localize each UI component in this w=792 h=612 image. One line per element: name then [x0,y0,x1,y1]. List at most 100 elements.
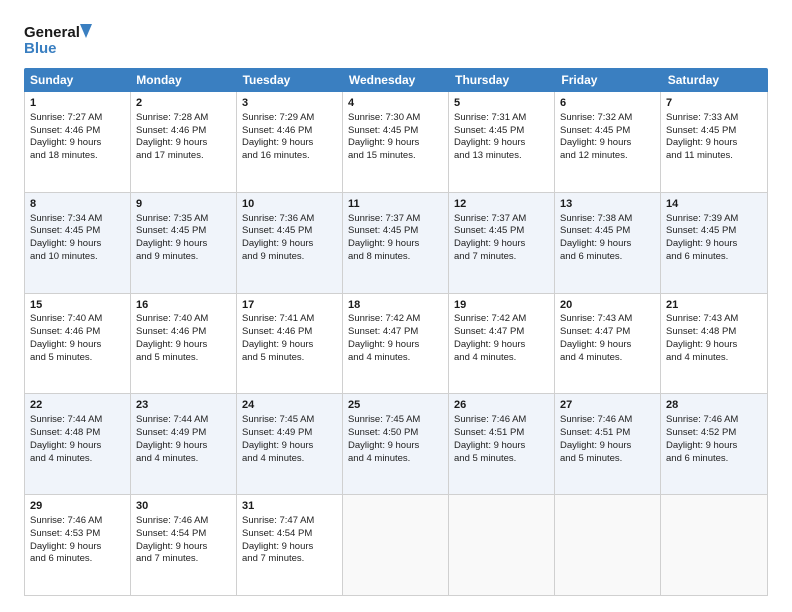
day-info-line: Daylight: 9 hours [666,137,762,150]
day-number: 26 [454,398,549,413]
day-info-line: Sunset: 4:48 PM [30,427,125,440]
day-info-line: Sunset: 4:53 PM [30,528,125,541]
day-info-line: Sunrise: 7:44 AM [30,414,125,427]
day-info-line: Daylight: 9 hours [136,541,231,554]
day-info-line: Daylight: 9 hours [242,541,337,554]
day-info-line: Sunrise: 7:40 AM [30,313,125,326]
day-info-line: Daylight: 9 hours [136,339,231,352]
day-cell-1: 1Sunrise: 7:27 AMSunset: 4:46 PMDaylight… [25,92,131,192]
day-info-line: Sunset: 4:46 PM [242,125,337,138]
day-info-line: Sunset: 4:45 PM [136,225,231,238]
day-info-line: Daylight: 9 hours [348,440,443,453]
day-info-line: and 6 minutes. [30,553,125,566]
day-info-line: Sunset: 4:51 PM [454,427,549,440]
day-info-line: and 6 minutes. [666,251,762,264]
day-info-line: Daylight: 9 hours [348,137,443,150]
day-info-line: Daylight: 9 hours [454,137,549,150]
header-day-tuesday: Tuesday [237,68,343,92]
day-number: 15 [30,298,125,313]
day-info-line: Sunrise: 7:33 AM [666,112,762,125]
day-number: 13 [560,197,655,212]
day-info-line: and 6 minutes. [666,453,762,466]
day-info-line: Sunset: 4:47 PM [560,326,655,339]
day-number: 4 [348,96,443,111]
day-number: 12 [454,197,549,212]
day-info-line: Sunset: 4:52 PM [666,427,762,440]
day-info-line: Sunset: 4:46 PM [30,125,125,138]
day-info-line: and 17 minutes. [136,150,231,163]
day-info-line: Sunrise: 7:37 AM [348,213,443,226]
day-info-line: Daylight: 9 hours [136,137,231,150]
day-info-line: Daylight: 9 hours [242,238,337,251]
day-info-line: and 4 minutes. [242,453,337,466]
day-cell-20: 20Sunrise: 7:43 AMSunset: 4:47 PMDayligh… [555,294,661,394]
day-info-line: Sunrise: 7:45 AM [348,414,443,427]
header: GeneralBlue [24,20,768,58]
day-info-line: Sunrise: 7:29 AM [242,112,337,125]
day-info-line: Sunset: 4:45 PM [242,225,337,238]
day-number: 5 [454,96,549,111]
day-info-line: Sunset: 4:46 PM [30,326,125,339]
svg-text:Blue: Blue [24,40,57,57]
day-info-line: Daylight: 9 hours [560,339,655,352]
calendar: SundayMondayTuesdayWednesdayThursdayFrid… [24,68,768,596]
header-day-thursday: Thursday [449,68,555,92]
day-info-line: Sunset: 4:49 PM [136,427,231,440]
day-info-line: Sunset: 4:45 PM [666,125,762,138]
day-info-line: Sunset: 4:46 PM [242,326,337,339]
day-cell-27: 27Sunrise: 7:46 AMSunset: 4:51 PMDayligh… [555,394,661,494]
day-info-line: Daylight: 9 hours [30,541,125,554]
day-info-line: Daylight: 9 hours [30,137,125,150]
day-cell-26: 26Sunrise: 7:46 AMSunset: 4:51 PMDayligh… [449,394,555,494]
day-cell-3: 3Sunrise: 7:29 AMSunset: 4:46 PMDaylight… [237,92,343,192]
empty-cell [449,495,555,595]
day-number: 14 [666,197,762,212]
day-info-line: Sunrise: 7:43 AM [666,313,762,326]
day-info-line: Sunset: 4:45 PM [348,225,443,238]
day-cell-31: 31Sunrise: 7:47 AMSunset: 4:54 PMDayligh… [237,495,343,595]
day-number: 29 [30,499,125,514]
empty-cell [555,495,661,595]
day-info-line: Daylight: 9 hours [30,440,125,453]
calendar-row-3: 22Sunrise: 7:44 AMSunset: 4:48 PMDayligh… [25,394,767,495]
day-info-line: Daylight: 9 hours [242,339,337,352]
day-info-line: and 5 minutes. [560,453,655,466]
day-info-line: Daylight: 9 hours [454,440,549,453]
day-number: 25 [348,398,443,413]
day-cell-28: 28Sunrise: 7:46 AMSunset: 4:52 PMDayligh… [661,394,767,494]
day-cell-5: 5Sunrise: 7:31 AMSunset: 4:45 PMDaylight… [449,92,555,192]
day-cell-16: 16Sunrise: 7:40 AMSunset: 4:46 PMDayligh… [131,294,237,394]
day-info-line: Sunrise: 7:38 AM [560,213,655,226]
day-info-line: Daylight: 9 hours [560,137,655,150]
page: GeneralBlue SundayMondayTuesdayWednesday… [0,0,792,612]
day-info-line: Daylight: 9 hours [136,440,231,453]
header-day-sunday: Sunday [24,68,130,92]
day-info-line: Sunset: 4:45 PM [454,225,549,238]
calendar-row-0: 1Sunrise: 7:27 AMSunset: 4:46 PMDaylight… [25,92,767,193]
day-number: 30 [136,499,231,514]
day-number: 20 [560,298,655,313]
day-info-line: Sunrise: 7:31 AM [454,112,549,125]
day-info-line: Sunrise: 7:42 AM [454,313,549,326]
day-info-line: Sunset: 4:46 PM [136,125,231,138]
day-info-line: Sunrise: 7:36 AM [242,213,337,226]
day-info-line: and 4 minutes. [454,352,549,365]
day-info-line: Sunrise: 7:42 AM [348,313,443,326]
day-info-line: Sunrise: 7:41 AM [242,313,337,326]
day-number: 31 [242,499,337,514]
logo-svg: GeneralBlue [24,20,96,58]
day-info-line: Sunset: 4:51 PM [560,427,655,440]
header-day-saturday: Saturday [662,68,768,92]
day-number: 21 [666,298,762,313]
day-info-line: and 9 minutes. [136,251,231,264]
day-info-line: Daylight: 9 hours [30,339,125,352]
day-info-line: and 8 minutes. [348,251,443,264]
day-info-line: Daylight: 9 hours [666,238,762,251]
day-info-line: Sunrise: 7:46 AM [30,515,125,528]
day-info-line: and 13 minutes. [454,150,549,163]
day-cell-30: 30Sunrise: 7:46 AMSunset: 4:54 PMDayligh… [131,495,237,595]
day-cell-2: 2Sunrise: 7:28 AMSunset: 4:46 PMDaylight… [131,92,237,192]
header-day-monday: Monday [130,68,236,92]
day-number: 3 [242,96,337,111]
day-info-line: and 4 minutes. [560,352,655,365]
